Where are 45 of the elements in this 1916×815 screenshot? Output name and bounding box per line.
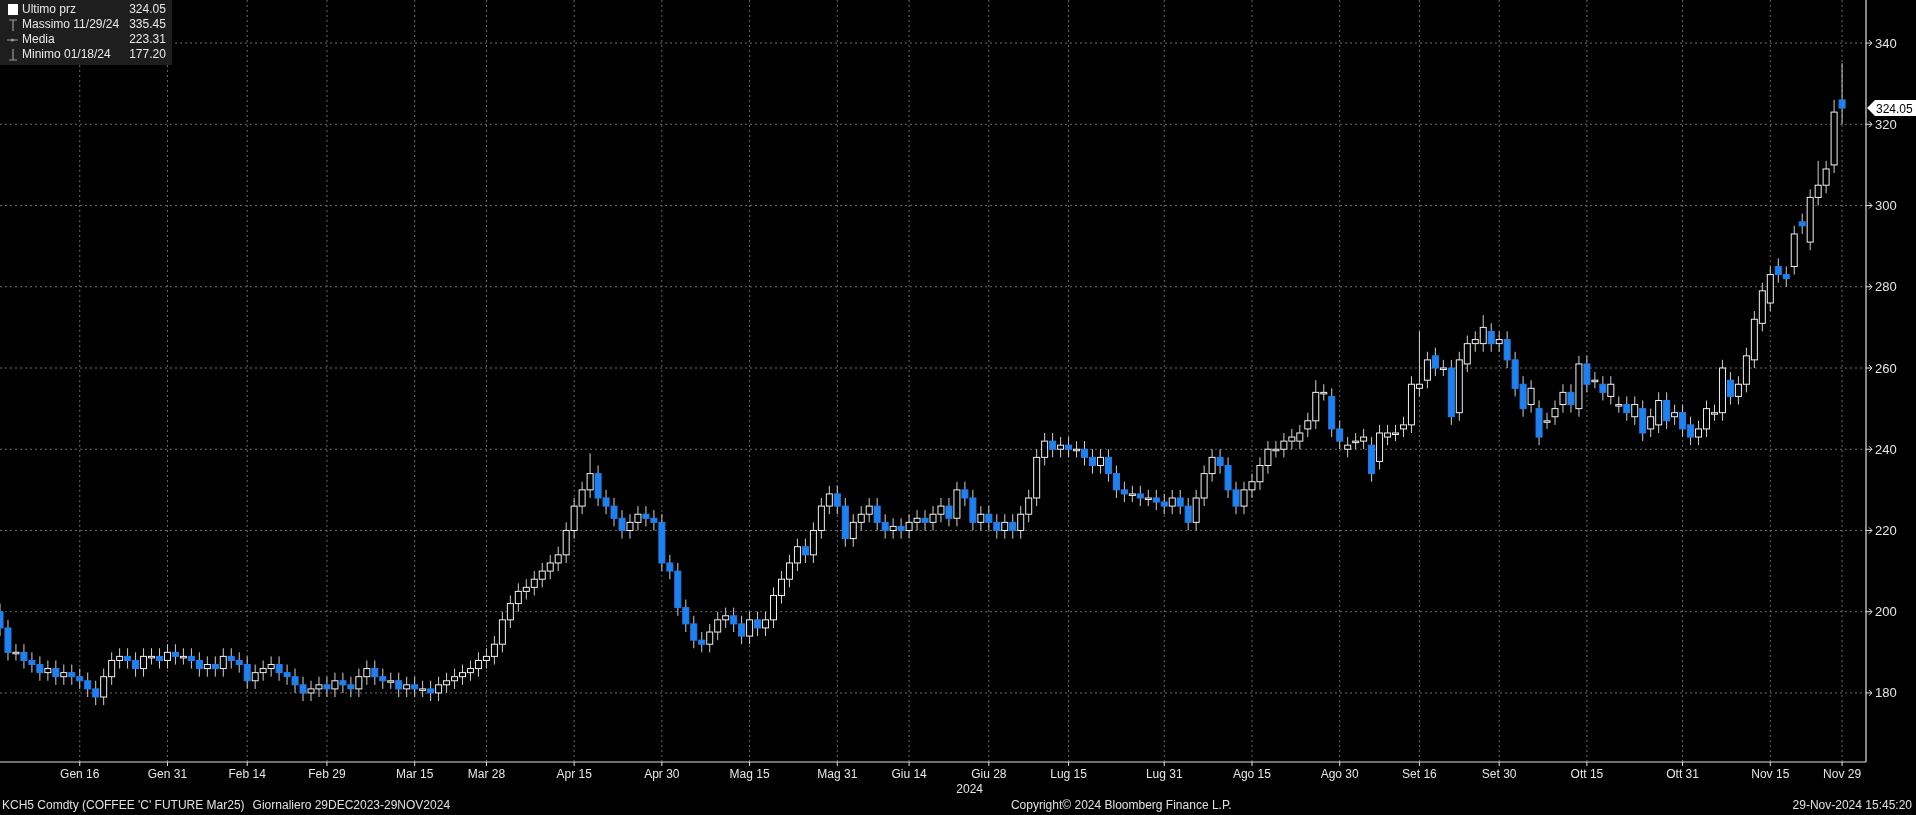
x-axis-label: Ott 31 bbox=[1666, 767, 1699, 781]
x-axis-label: Gen 16 bbox=[60, 767, 100, 781]
y-axis-label: 220 bbox=[1875, 523, 1897, 538]
legend-label: Massimo 11/29/24 bbox=[22, 17, 120, 32]
x-axis-label: Giu 28 bbox=[971, 767, 1007, 781]
legend-label: Media bbox=[22, 32, 56, 47]
legend-label: Ultimo prz bbox=[22, 2, 77, 17]
x-axis-label: Ott 15 bbox=[1570, 767, 1604, 781]
x-axis-label: Nov 15 bbox=[1751, 767, 1790, 781]
y-axis-label: 300 bbox=[1875, 198, 1897, 214]
x-axis-label: Mar 28 bbox=[467, 767, 506, 781]
y-axis-label: 180 bbox=[1875, 685, 1897, 701]
period-text: Giornaliero 29DEC2023-29NOV2024 bbox=[252, 798, 451, 812]
legend-label: Minimo 01/18/24 bbox=[22, 47, 112, 62]
copyright-text: Copyright© 2024 Bloomberg Finance L.P. bbox=[1010, 798, 1232, 812]
x-axis-label: Nov 29 bbox=[1823, 767, 1862, 781]
y-axis-label: 280 bbox=[1875, 279, 1897, 295]
y-axis-label: 200 bbox=[1875, 604, 1897, 620]
x-axis-label: Apr 15 bbox=[556, 767, 592, 781]
x-axis-label: Lug 15 bbox=[1050, 767, 1087, 781]
x-axis-label: Set 16 bbox=[1402, 767, 1437, 781]
legend-value: 223.31 bbox=[128, 32, 166, 47]
x-axis-label: Feb 14 bbox=[228, 767, 266, 781]
x-axis-label: Ago 15 bbox=[1232, 767, 1271, 781]
x-axis-label: Giu 14 bbox=[891, 767, 927, 781]
x-axis-label: Set 30 bbox=[1481, 767, 1517, 781]
x-axis-label: Mag 31 bbox=[817, 767, 858, 781]
x-axis-label: Mag 15 bbox=[729, 767, 770, 781]
y-axis-label: 320 bbox=[1875, 116, 1897, 132]
legend-value: 324.05 bbox=[128, 2, 166, 17]
legend-value: 335.45 bbox=[128, 17, 166, 32]
legend-value: 177.20 bbox=[128, 47, 166, 62]
price-tag: 324.05 bbox=[1867, 100, 1916, 117]
x-axis-label: Feb 29 bbox=[308, 767, 346, 781]
x-axis-label: Lug 31 bbox=[1145, 767, 1183, 781]
instrument-name: KCH5 Comdty (COFFEE 'C' FUTURE Mar25) bbox=[2, 798, 245, 812]
timestamp: 29-Nov-2024 15:45:20 bbox=[1792, 798, 1912, 812]
x-axis-label: Ago 30 bbox=[1320, 767, 1359, 781]
year-label: 2024 bbox=[956, 782, 983, 795]
x-axis-label: Mar 15 bbox=[396, 767, 434, 781]
y-axis-label: 240 bbox=[1875, 441, 1897, 457]
x-axis-label: Apr 30 bbox=[644, 767, 680, 781]
y-axis-label: 260 bbox=[1875, 360, 1897, 376]
x-axis-label: Gen 31 bbox=[147, 767, 188, 781]
y-axis-label: 340 bbox=[1875, 35, 1897, 51]
